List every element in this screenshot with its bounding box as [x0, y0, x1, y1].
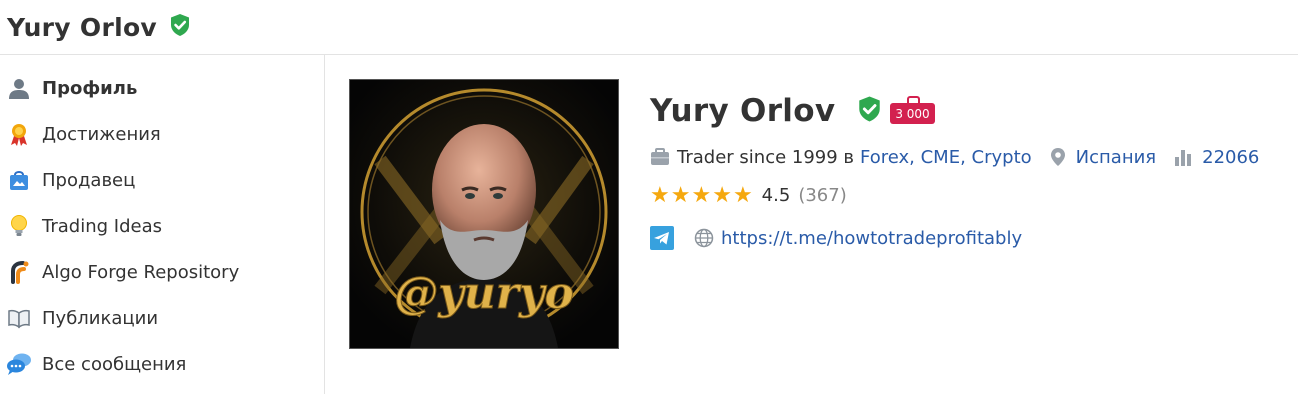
globe-icon [694, 228, 714, 248]
lightbulb-icon [6, 213, 32, 239]
views-count[interactable]: 22066 [1202, 147, 1259, 168]
page-header: Yury Orlov [0, 0, 1298, 55]
sidebar-item-algo-forge[interactable]: Algo Forge Repository [0, 249, 324, 295]
avatar-overlay-text: @yuryo [394, 268, 574, 319]
sidebar-item-label: Продавец [42, 169, 136, 191]
avatar[interactable]: @yuryo [349, 79, 619, 349]
sidebar-item-label: Профиль [42, 77, 138, 99]
telegram-icon[interactable] [650, 226, 674, 250]
bar-chart-icon [1174, 148, 1192, 166]
sidebar-item-all-messages[interactable]: Все сообщения [0, 341, 324, 387]
sidebar-item-label: Trading Ideas [42, 215, 162, 237]
badge-value: 3 000 [890, 102, 935, 124]
chat-bubbles-icon [6, 351, 32, 377]
shopping-bag-icon [6, 167, 32, 193]
sidebar-item-label: Algo Forge Repository [42, 261, 240, 283]
sidebar-item-trading-ideas[interactable]: Trading Ideas [0, 203, 324, 249]
avatar-image: @yuryo [350, 80, 618, 348]
reviews-count[interactable]: (367) [798, 185, 846, 206]
sidebar: Профиль Достижения Продавец Trading Idea… [0, 55, 325, 394]
profile-name: Yury Orlov [650, 93, 836, 129]
sidebar-item-label: Все сообщения [42, 353, 187, 375]
user-icon [6, 75, 32, 101]
rating-score: 4.5 [761, 185, 791, 206]
sidebar-item-label: Достижения [42, 123, 161, 145]
profile-info: Yury Orlov 3 000 Trader since 1999 в For… [650, 91, 1259, 250]
verified-icon [169, 13, 191, 41]
profile-content: @yuryo Yury Orlov 3 000 Trader since 199… [325, 55, 1298, 394]
sidebar-item-label: Публикации [42, 307, 159, 329]
algo-forge-icon [6, 259, 32, 285]
star-rating-icon: ★★★★★ [650, 183, 753, 208]
book-icon [6, 305, 32, 331]
website-link[interactable]: https://t.me/howtotradeprofitably [721, 228, 1022, 249]
briefcase-handle [907, 95, 921, 104]
markets-link[interactable]: Forex, CME, Crypto [860, 147, 1032, 168]
award-icon [6, 121, 32, 147]
seller-badge: 3 000 [890, 95, 935, 124]
sidebar-item-publications[interactable]: Публикации [0, 295, 324, 341]
trader-since: Trader since 1999 в [677, 146, 855, 168]
verified-icon [857, 95, 882, 127]
sidebar-item-profile[interactable]: Профиль [0, 65, 324, 111]
country-link[interactable]: Испания [1076, 147, 1156, 168]
page-title: Yury Orlov [7, 12, 158, 42]
sidebar-item-achievements[interactable]: Достижения [0, 111, 324, 157]
location-pin-icon [1050, 147, 1066, 167]
rating[interactable]: ★★★★★ 4.5 (367) [650, 183, 1259, 208]
sidebar-item-seller[interactable]: Продавец [0, 157, 324, 203]
briefcase-icon [650, 148, 670, 166]
